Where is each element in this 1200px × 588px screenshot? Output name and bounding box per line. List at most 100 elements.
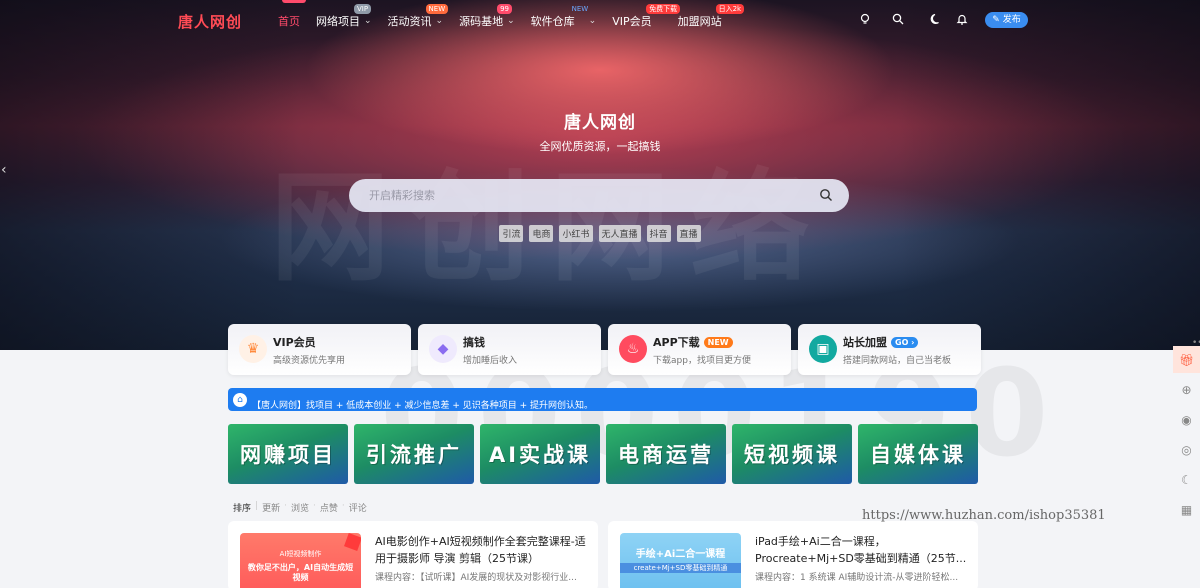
floating-toolbar: 🎁︎ ⊕ ◉ ◎ ☾ ▦ xyxy=(1173,346,1200,526)
category-tile[interactable]: 网赚项目 xyxy=(228,424,348,484)
menu-item-label: VIP会员 xyxy=(612,15,652,28)
menu-badge: NEW xyxy=(571,5,589,13)
feature-desc: 增加睡后收入 xyxy=(463,356,518,366)
sort-option[interactable]: 点赞 xyxy=(320,501,338,514)
hot-tag[interactable]: 电商 xyxy=(529,225,554,242)
chevron-down-icon: ⌄ xyxy=(507,16,515,26)
thumb-caption: 手绘+Ai二合一课程 xyxy=(635,549,726,560)
feature-desc: 下载app，找项目更方便 xyxy=(653,356,751,366)
post-meta: 课程内容：【试听课】AI发展的现状及对影视行业... xyxy=(375,573,577,583)
feature-card-vip[interactable]: ♛ VIP会员 高级资源优先享用 xyxy=(228,324,411,375)
thumb-text: create+Mj+SD零基础到精通 xyxy=(620,563,741,573)
post-card[interactable]: AI短视频制作 教你足不出户，AI自动生成短视频 AI电影创作+AI短视频制作全… xyxy=(228,521,598,588)
lightbulb-icon[interactable] xyxy=(858,13,872,27)
menu-item-vip[interactable]: VIP会员 免费下载 xyxy=(612,4,681,29)
post-thumbnail[interactable]: AI短视频制作 教你足不出户，AI自动生成短视频 xyxy=(240,533,361,588)
moon-icon[interactable]: ☾ xyxy=(1173,466,1200,493)
menu-badge: 免费下载 xyxy=(646,4,681,14)
chevron-down-icon: ⌄ xyxy=(588,16,597,26)
feature-desc: 高级资源优先享用 xyxy=(273,356,346,366)
sort-option[interactable]: 浏览 xyxy=(291,501,309,514)
notice-text[interactable]: 【唐人网创】找项目 + 低成本创业 + 减少信息差 + 见识各种项目 + 提升网… xyxy=(252,398,593,411)
hero-title: 唐人网创 xyxy=(564,113,636,133)
diamond-icon: ◆ xyxy=(429,335,457,363)
menu-badge: 99 xyxy=(497,4,513,14)
menu-item-news[interactable]: 活动资讯 NEW ⌄ xyxy=(388,4,449,29)
feature-card-earn[interactable]: ◆ 搞钱 增加睡后收入 xyxy=(418,324,601,375)
moon-icon[interactable] xyxy=(929,13,943,27)
menu-item-label: 网络项目 xyxy=(316,15,360,28)
menu-badge: NEW xyxy=(425,4,449,14)
menu-badge: 日入2k xyxy=(715,4,745,14)
wechat-icon[interactable]: ◎ xyxy=(1173,436,1200,463)
publish-label: 发布 xyxy=(1002,15,1021,25)
chevron-left-icon[interactable]: ‹ xyxy=(1,162,7,178)
home-icon: ⌂ xyxy=(233,393,247,407)
hot-tag[interactable]: 抖音 xyxy=(646,225,671,242)
category-tile[interactable]: 电商运营 xyxy=(606,424,726,484)
menu-item-franchise[interactable]: 加盟网站 日入2k xyxy=(677,4,745,29)
category-tile[interactable]: 自媒体课 xyxy=(858,424,978,484)
search-icon[interactable] xyxy=(819,187,835,203)
menu-item-software[interactable]: 软件仓库 NEW ⌄ xyxy=(530,5,597,29)
menu-item-label: 软件仓库 xyxy=(530,15,575,28)
hot-tag[interactable]: 无人直播 xyxy=(598,225,641,242)
qq-icon[interactable]: ◉ xyxy=(1173,406,1200,433)
category-tile[interactable]: 短视频课 xyxy=(732,424,852,484)
hero-banner: 网创网络 xyxy=(0,0,1200,350)
main-menu: 首页 网络项目 VIP ⌄ 活动资讯 NEW ⌄ 源码基地 99 ⌄ 软件仓库 … xyxy=(278,4,745,29)
active-indicator xyxy=(282,0,306,3)
feature-cards: ♛ VIP会员 高级资源优先享用 ◆ 搞钱 增加睡后收入 ♨ APP下载 NEW … xyxy=(228,324,981,375)
menu-item-network-projects[interactable]: 网络项目 VIP ⌄ xyxy=(316,4,372,29)
hot-tag[interactable]: 直播 xyxy=(676,225,701,242)
post-card[interactable]: 手绘+Ai二合一课程 create+Mj+SD零基础到精通 iPad手绘+Ai二… xyxy=(608,521,978,588)
sort-option[interactable]: 评论 xyxy=(349,501,367,514)
top-nav: 唐人网创 首页 网络项目 VIP ⌄ 活动资讯 NEW ⌄ 源码基地 99 ⌄ … xyxy=(0,0,1200,40)
search-icon[interactable] xyxy=(891,13,905,27)
category-tile[interactable]: 引流推广 xyxy=(354,424,474,484)
plus-circle-icon[interactable]: ⊕ xyxy=(1173,376,1200,403)
menu-item-source-code[interactable]: 源码基地 99 ⌄ xyxy=(459,4,515,29)
menu-badge: VIP xyxy=(354,4,372,14)
publish-button[interactable]: ✎ 发布 xyxy=(985,12,1028,28)
feature-card-app[interactable]: ♨ APP下载 NEW 下载app，找项目更方便 xyxy=(608,324,791,375)
sort-option[interactable]: 更新 xyxy=(262,501,280,514)
qrcode-icon[interactable]: ▦ xyxy=(1173,496,1200,523)
bell-icon[interactable] xyxy=(955,13,969,27)
menu-item-label: 首页 xyxy=(278,15,300,28)
search-bar xyxy=(349,179,849,212)
feature-title: 站长加盟 GO › xyxy=(843,334,919,350)
crown-icon: ♛ xyxy=(239,335,267,363)
post-meta: 课程内容：1 系统课 AI辅助设计流-从零进阶轻松... xyxy=(755,573,959,583)
chevron-down-icon: ⌄ xyxy=(364,16,372,26)
feature-desc: 搭建同款网站，自己当老板 xyxy=(843,356,952,366)
thumb-text: 教你足不出户，AI自动生成短视频 xyxy=(247,563,354,582)
feature-title-text: 站长加盟 xyxy=(843,336,887,349)
feature-card-franchise[interactable]: ▣ 站长加盟 GO › 搭建同款网站，自己当老板 xyxy=(798,324,981,375)
category-tiles: 网赚项目 引流推广 AI实战课 电商运营 短视频课 自媒体课 xyxy=(228,424,978,484)
site-watermark: https://www.huzhan.com/ishop35381 xyxy=(862,508,1106,523)
feature-title: VIP会员 xyxy=(273,336,316,349)
search-input[interactable] xyxy=(369,187,789,204)
menu-item-home[interactable]: 首页 xyxy=(278,13,300,29)
notice-bar: ⌂ 【唐人网创】找项目 + 低成本创业 + 减少信息差 + 见识各种项目 + 提… xyxy=(228,388,977,411)
flame-icon: ♨ xyxy=(619,335,647,363)
post-title[interactable]: AI电影创作+AI短视频制作全套完整课程-适用于摄影师 导演 剪辑（25节课） xyxy=(375,533,590,567)
gift-icon[interactable]: 🎁︎ xyxy=(1173,346,1200,373)
post-title[interactable]: iPad手绘+Ai二合一课程，Procreate+Mj+SD零基础到精通（25节… xyxy=(755,533,970,567)
thumb-caption: AI短视频制作 xyxy=(279,550,322,558)
sort-label: 排序 xyxy=(233,504,252,514)
new-badge: NEW xyxy=(703,337,733,348)
feature-title: 搞钱 xyxy=(463,336,485,349)
hero-subtitle: 全网优质资源，一起搞钱 xyxy=(539,140,661,153)
hot-tag[interactable]: 引流 xyxy=(499,225,524,242)
post-thumbnail[interactable]: 手绘+Ai二合一课程 create+Mj+SD零基础到精通 xyxy=(620,533,741,588)
hot-tags: 引流 电商 小红书 无人直播 抖音 直播 xyxy=(0,225,1200,242)
sort-bar: 排序 | 更新 · 浏览 · 点赞 · 评论 xyxy=(233,501,367,514)
category-tile[interactable]: AI实战课 xyxy=(480,424,600,484)
hot-tag[interactable]: 小红书 xyxy=(559,225,593,242)
faint-watermark: 网创网络 xyxy=(270,130,830,304)
menu-item-label: 加盟网站 xyxy=(677,15,722,28)
site-logo[interactable]: 唐人网创 xyxy=(178,11,242,32)
pencil-icon: ✎ xyxy=(992,15,1000,25)
